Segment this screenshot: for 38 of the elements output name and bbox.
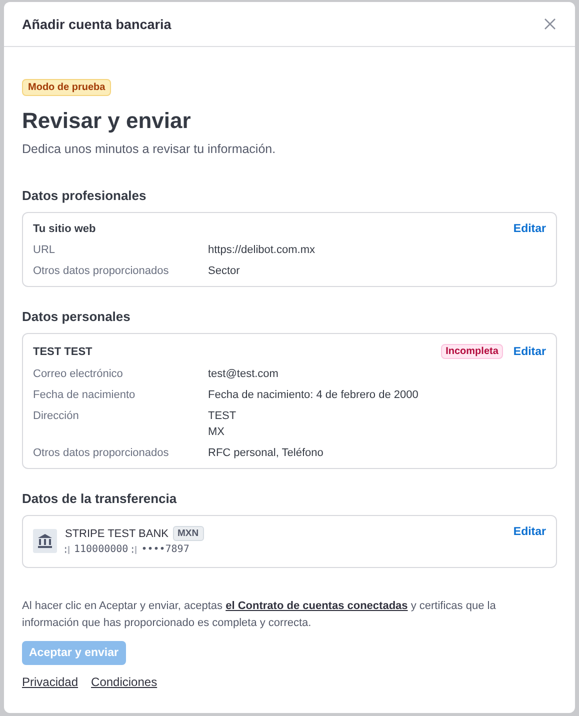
footer-link[interactable]: Privacidad	[22, 675, 78, 689]
section-title: Datos profesionales	[22, 188, 148, 203]
field-value: TEST	[208, 410, 236, 422]
page-heading: Revisar y enviar	[22, 108, 192, 134]
edit-link[interactable]: Editar	[513, 526, 546, 538]
routing-number: 110000000	[74, 544, 128, 555]
footer-link[interactable]: Condiciones	[91, 675, 158, 689]
field-value: RFC personal, Teléfono	[208, 447, 324, 459]
field-value: Sector	[208, 265, 240, 277]
agreement-text: Al hacer clic en Aceptar y enviar, aceptas el Contrato de cuentas conectadas y certificas que la información que has proporcionado es completa y correcta.	[22, 599, 497, 631]
edit-link[interactable]: Editar	[513, 346, 546, 358]
agreement-link[interactable]: el Contrato de cuentas conectadas	[226, 600, 408, 612]
edit-link[interactable]: Editar	[513, 223, 546, 235]
routing-symbol-icon	[65, 546, 70, 554]
section-title: Datos de la transferencia	[22, 491, 178, 506]
field-label: Correo electrónico	[33, 368, 124, 380]
routing-symbol-icon	[132, 546, 138, 554]
close-button[interactable]	[543, 17, 557, 31]
field-value: Fecha de nacimiento: 4 de febrero de 2000	[208, 389, 418, 401]
field-value: test@test.com	[208, 368, 278, 380]
dialog-title: Añadir cuenta bancaria	[22, 16, 172, 32]
field-label: URL	[33, 244, 56, 256]
page-subtitle: Dedica unos minutos a revisar tu información.	[22, 142, 277, 156]
field-value: MX	[208, 426, 226, 438]
field-label: Dirección	[33, 410, 80, 424]
account-number: ••••7897	[141, 544, 190, 555]
section-title: Datos personales	[22, 309, 132, 324]
field-label: Otros datos proporcionados	[33, 447, 170, 459]
currency-badge: MXN	[172, 526, 204, 541]
card-title: Tu sitio web	[33, 223, 96, 235]
bank-name: STRIPE TEST BANK	[65, 528, 169, 540]
test-mode-badge: Modo de prueba	[22, 79, 112, 96]
field-label: Fecha de nacimiento	[33, 389, 136, 401]
card-title: TEST TEST	[33, 346, 92, 358]
field-value: https://delibot.com.mx	[208, 244, 315, 256]
field-label: Otros datos proporcionados	[33, 265, 170, 277]
bank-icon	[33, 528, 57, 552]
status-badge: Incompleta	[440, 344, 504, 359]
